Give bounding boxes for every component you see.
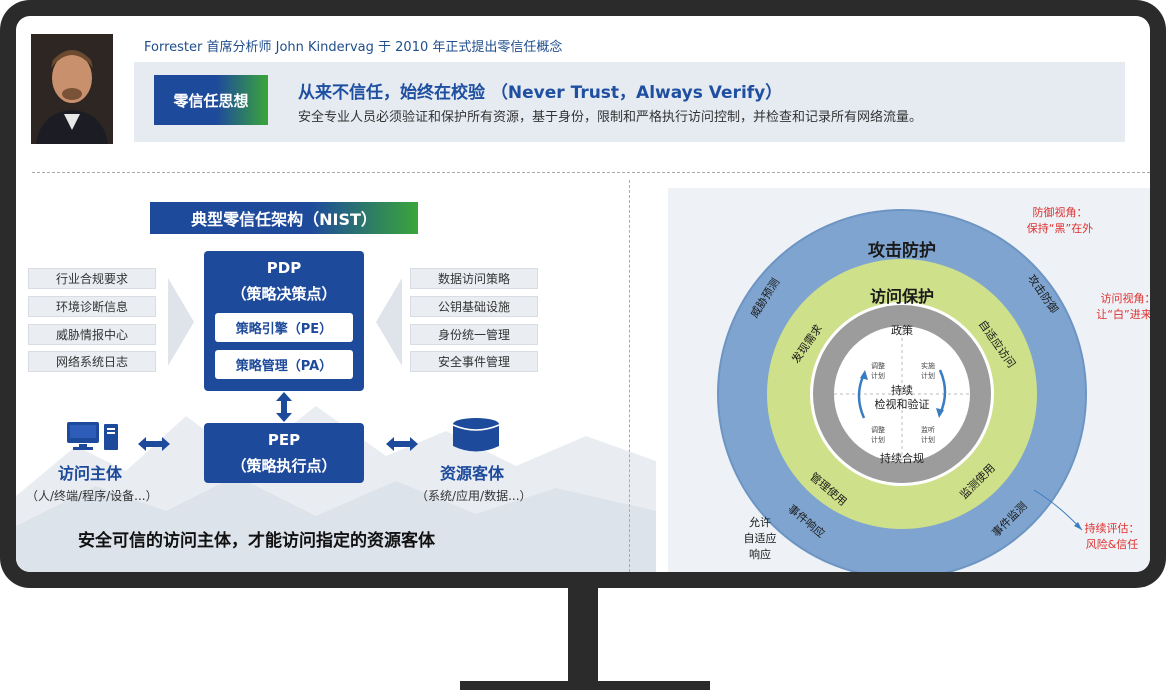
horizontal-double-arrow-icon	[386, 437, 418, 451]
access-note-1: 访问视角：	[1101, 291, 1151, 305]
left-item: 网络系统日志	[28, 351, 156, 372]
horizontal-divider	[32, 172, 1150, 173]
nist-title: 典型零信任架构（NIST）	[150, 202, 418, 234]
pep-title: PEP	[267, 431, 301, 449]
assess-note-2: 风险&信任	[1086, 537, 1139, 551]
quad-bl-2: 计划	[871, 435, 885, 444]
subject-title: 访问主体	[58, 464, 123, 483]
screen: Forrester 首席分析师 John Kindervag 于 2010 年正…	[16, 16, 1150, 572]
database-icon	[452, 418, 500, 452]
policy-engine: 策略引擎（PE）	[215, 313, 353, 342]
allow-note-2: 自适应	[744, 531, 777, 545]
defense-note-2: 保持“黑”在外	[1027, 221, 1093, 235]
pep-box: PEP （策略执行点）	[204, 423, 364, 483]
left-item: 行业合规要求	[28, 268, 156, 289]
policy-admin: 策略管理（PA）	[215, 350, 353, 379]
horizontal-double-arrow-icon	[138, 437, 170, 451]
pdp-subtitle: （策略决策点）	[231, 285, 337, 303]
defense-note-1: 防御视角：	[1033, 205, 1088, 219]
conclusion-text: 安全可信的访问主体，才能访问指定的资源客体	[78, 531, 435, 551]
right-item: 安全事件管理	[410, 351, 538, 372]
quad-tr-2: 计划	[921, 371, 935, 380]
allow-note-3: 响应	[749, 547, 771, 561]
pdp-title: PDP	[266, 259, 302, 277]
left-chevron-icon	[168, 278, 194, 366]
inner-bottom-label: 持续合规	[880, 451, 924, 465]
resource-title: 资源客体	[440, 464, 505, 483]
quad-tr-1: 实施	[921, 361, 935, 370]
right-item: 身份统一管理	[410, 324, 538, 345]
concept-tag: 零信任思想	[154, 75, 268, 125]
access-note-2: 让“白”进来	[1096, 307, 1150, 321]
portrait-photo	[31, 34, 113, 144]
monitor-stand	[568, 586, 598, 682]
subject-detail: （人/终端/程序/设备...）	[26, 489, 158, 503]
center-line-2: 检视和验证	[875, 397, 930, 411]
center-line-1: 持续	[891, 383, 913, 397]
vertical-divider	[629, 180, 630, 572]
quad-bl-1: 调整	[871, 425, 885, 434]
monitor-foot	[460, 681, 710, 690]
right-item: 公钥基础设施	[410, 296, 538, 317]
right-chevron-icon	[376, 278, 402, 366]
concept-description: 安全专业人员必须验证和保护所有资源，基于身份，限制和严格执行访问控制，并检查和记…	[298, 110, 923, 125]
outer-title: 攻击防护	[868, 240, 936, 261]
quad-tl-2: 计划	[871, 371, 885, 380]
left-item: 威胁情报中心	[28, 324, 156, 345]
quad-br-1: 监听	[921, 425, 935, 434]
computer-icon	[67, 422, 118, 450]
resource-detail: （系统/应用/数据...）	[416, 489, 532, 503]
left-item: 环境诊断信息	[28, 296, 156, 317]
inner-top-label: 政策	[891, 323, 913, 337]
quad-tl-1: 调整	[871, 361, 885, 370]
slogan: 从来不信任，始终在校验 （Never Trust，Always Verify）	[298, 83, 783, 103]
right-item: 数据访问策略	[410, 268, 538, 289]
pdp-box: PDP （策略决策点） 策略引擎（PE） 策略管理（PA）	[204, 251, 364, 391]
quad-br-2: 计划	[921, 435, 935, 444]
assess-note-1: 持续评估：	[1085, 521, 1140, 535]
vertical-double-arrow-icon	[276, 392, 292, 422]
middle-title: 访问保护	[870, 287, 934, 306]
pep-subtitle: （策略执行点）	[231, 457, 337, 475]
ring-diagram: 攻击防护 访问保护 威胁预测 攻击防御 发现需求 自适应访问 管理使用 监测使用…	[668, 188, 1150, 572]
intro-text: Forrester 首席分析师 John Kindervag 于 2010 年正…	[144, 40, 563, 55]
allow-note-1: 允许	[749, 515, 771, 529]
